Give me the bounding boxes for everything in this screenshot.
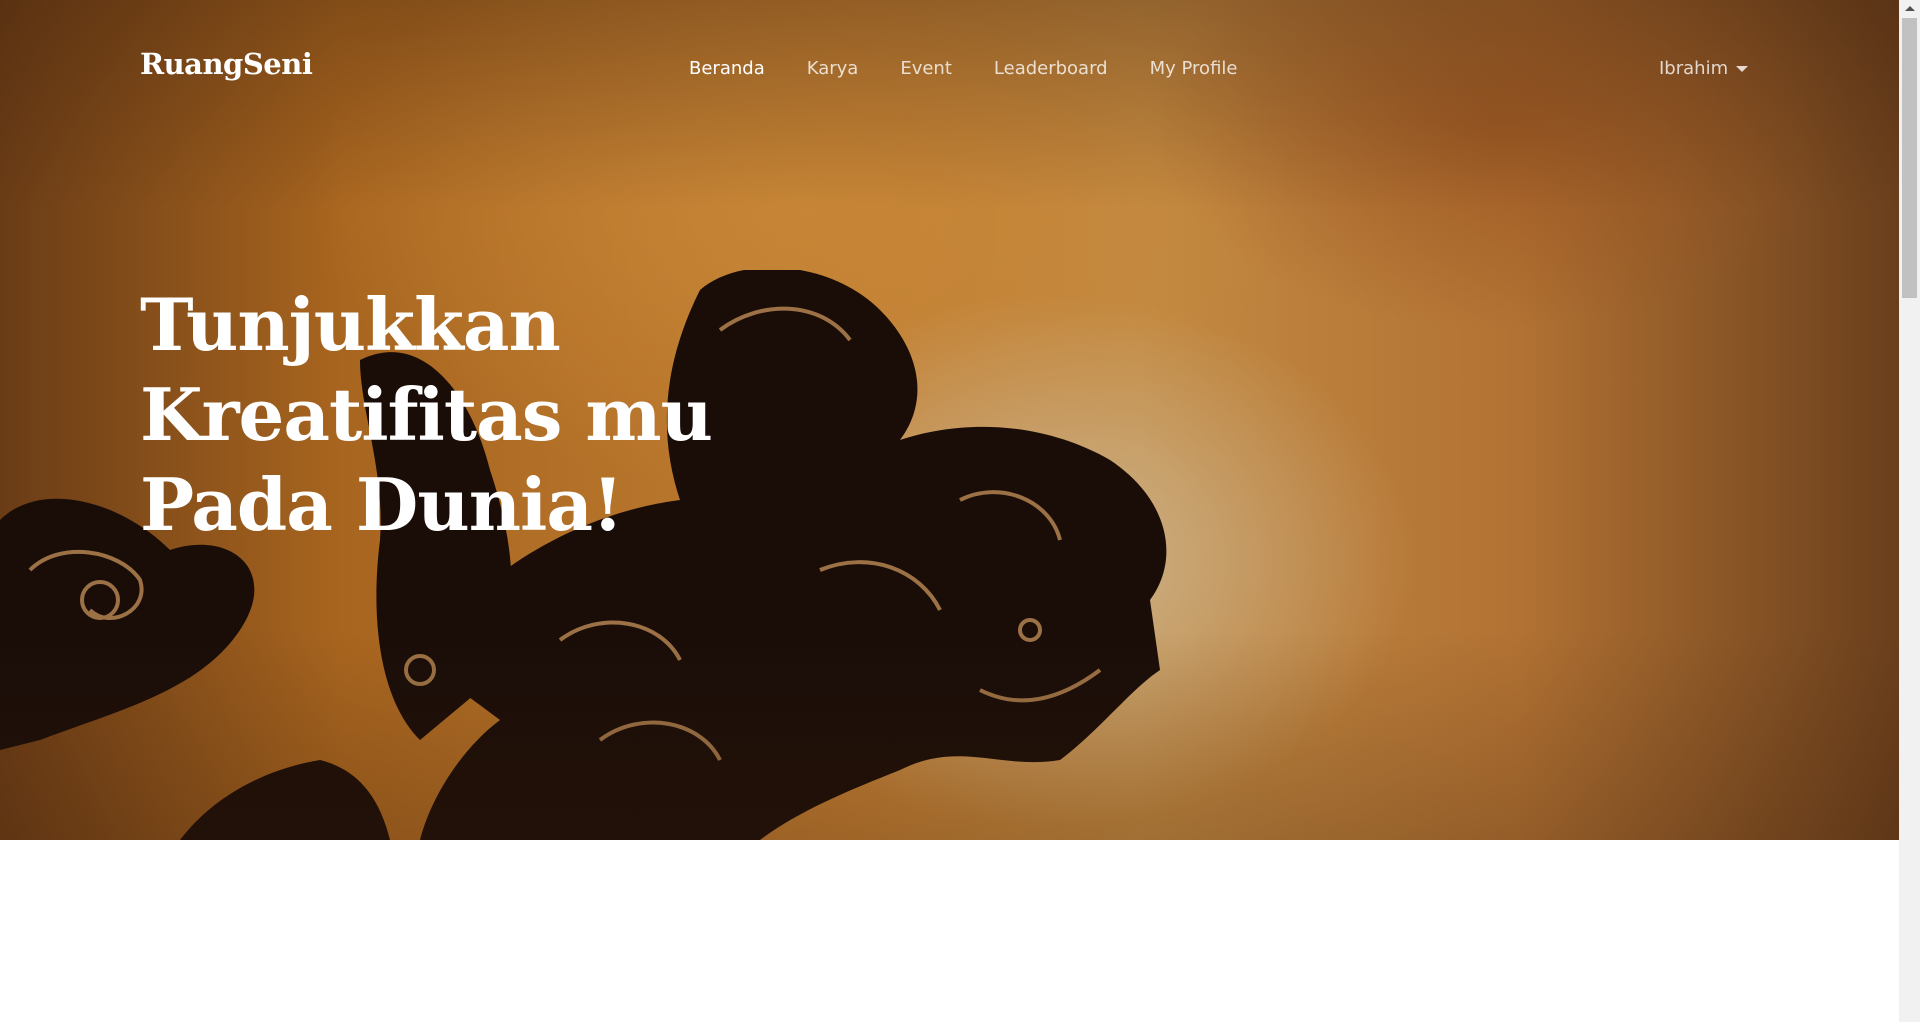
scrollbar-thumb[interactable]	[1902, 18, 1917, 298]
headline-line: Tunjukkan	[140, 282, 561, 367]
vertical-scrollbar[interactable]	[1899, 0, 1920, 1022]
nav-link-leaderboard[interactable]: Leaderboard	[994, 58, 1108, 79]
nav-link-event[interactable]: Event	[900, 58, 952, 79]
headline-line: Kreatifitas mu	[140, 372, 713, 457]
user-name: Ibrahim	[1659, 58, 1729, 79]
hero-section: RuangSeni Beranda Karya Event Leaderboar…	[0, 0, 1899, 840]
user-dropdown[interactable]: Ibrahim	[1659, 58, 1749, 79]
nav-link-karya[interactable]: Karya	[807, 58, 859, 79]
scroll-up-arrow-icon[interactable]	[1905, 6, 1915, 11]
navbar: RuangSeni Beranda Karya Event Leaderboar…	[0, 0, 1899, 140]
hero-headline: Tunjukkan Kreatifitas mu Pada Dunia!	[140, 280, 760, 550]
brand-logo[interactable]: RuangSeni	[140, 47, 313, 81]
caret-down-icon	[1736, 65, 1749, 72]
headline-line: Pada Dunia!	[140, 462, 624, 547]
nav-link-beranda[interactable]: Beranda	[689, 58, 765, 79]
nav-link-my-profile[interactable]: My Profile	[1150, 58, 1238, 79]
page: RuangSeni Beranda Karya Event Leaderboar…	[0, 0, 1899, 1022]
nav-links: Beranda Karya Event Leaderboard My Profi…	[689, 58, 1237, 79]
